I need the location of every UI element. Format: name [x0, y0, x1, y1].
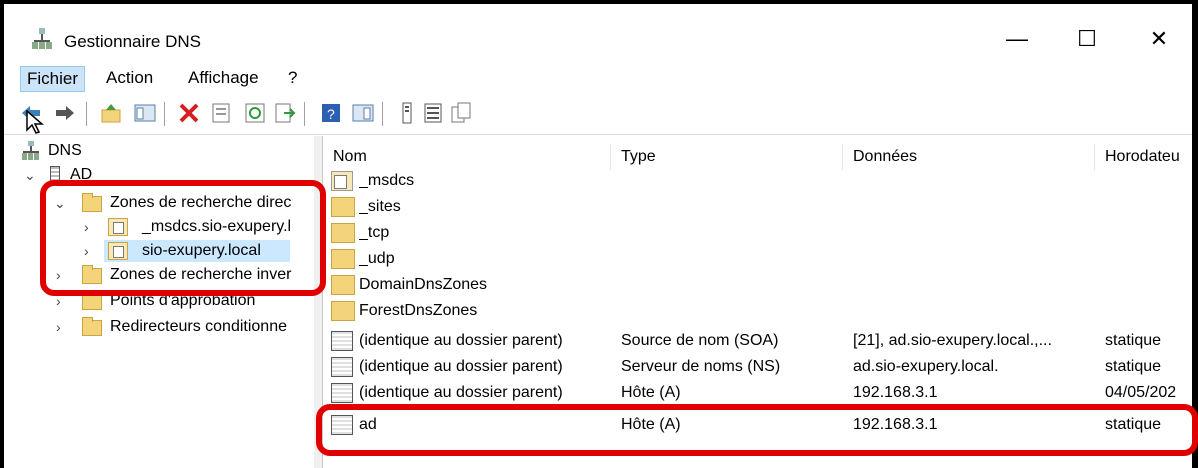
export-icon[interactable] — [274, 102, 296, 124]
folder-icon — [331, 223, 355, 243]
column-header-name[interactable]: Nom — [323, 144, 611, 170]
list-row[interactable]: _sites — [323, 194, 1192, 220]
cell-timestamp: statique — [1105, 332, 1162, 349]
cell-name: _sites — [359, 198, 401, 215]
cell-name: _udp — [359, 250, 395, 267]
cell-name: DomainDnsZones — [359, 276, 488, 293]
tree-label-forwarders: Redirecteurs conditionne — [110, 318, 287, 335]
chevron-down-icon[interactable]: ⌄ — [24, 164, 36, 186]
cell-name: (identique au dossier parent) — [359, 358, 563, 375]
cell-timestamp: statique — [1105, 358, 1162, 375]
list-icon[interactable] — [422, 102, 444, 124]
tree-label-dns: DNS — [48, 142, 82, 159]
folder-icon — [331, 197, 355, 217]
menu-file[interactable]: Fichier — [20, 66, 86, 92]
cell-name: (identique au dossier parent) — [359, 384, 563, 401]
close-button[interactable]: ✕ — [1139, 22, 1179, 56]
menu-action[interactable]: Action — [100, 66, 159, 90]
dns-icon — [22, 141, 39, 160]
record-icon — [331, 383, 353, 403]
cell-name: _tcp — [359, 224, 390, 241]
cell-data: 192.168.3.1 — [853, 384, 938, 401]
title-bar: Gestionnaire DNS — ☐ ✕ — [4, 4, 1192, 64]
column-header-timestamp[interactable]: Horodateu — [1095, 144, 1192, 170]
list-row[interactable]: DomainDnsZones — [323, 272, 1192, 298]
window-title: Gestionnaire DNS — [64, 32, 202, 51]
toolbar-separator — [304, 102, 305, 126]
up-icon[interactable] — [100, 102, 122, 124]
list-row[interactable]: _tcp — [323, 220, 1192, 246]
toolbar-separator — [164, 102, 165, 126]
toolbar-separator — [86, 102, 87, 126]
dns-manager-icon — [32, 28, 52, 49]
tree-item-dns[interactable]: DNS — [4, 140, 314, 162]
cell-type: Source de nom (SOA) — [621, 332, 779, 349]
refresh-icon[interactable] — [244, 102, 266, 124]
tree-item-forwarders[interactable]: › Redirecteurs conditionne — [4, 316, 314, 338]
list-row[interactable]: (identique au dossier parent) Source de n… — [323, 328, 1192, 354]
annotation-highlight-zones — [40, 180, 326, 296]
cell-type: Hôte (A) — [621, 384, 681, 401]
cell-name: (identique au dossier parent) — [359, 332, 563, 349]
svg-text:?: ? — [327, 106, 335, 122]
toolbar-separator — [382, 102, 383, 126]
cell-name: ForestDnsZones — [359, 302, 478, 319]
folder-icon — [331, 249, 355, 269]
console-icon[interactable] — [352, 102, 374, 124]
delete-icon[interactable] — [178, 102, 200, 124]
cell-name: _msdcs — [359, 172, 415, 189]
maximize-button[interactable]: ☐ — [1067, 22, 1107, 56]
cell-type: Serveur de noms (NS) — [621, 358, 781, 375]
column-header-data[interactable]: Données — [843, 144, 1095, 170]
record-icon[interactable] — [396, 102, 418, 124]
list-row[interactable]: ForestDnsZones — [323, 298, 1192, 324]
copy-icon[interactable] — [450, 102, 472, 124]
menu-bar: Fichier Action Affichage ? — [4, 64, 1192, 94]
toolbar: ? — [4, 96, 1192, 135]
list-row[interactable]: _udp — [323, 246, 1192, 272]
folder-icon — [82, 317, 102, 336]
properties-icon[interactable] — [210, 102, 232, 124]
cell-timestamp: 04/05/202 — [1105, 384, 1177, 401]
folder-icon — [82, 291, 102, 310]
annotation-highlight-record — [316, 404, 1198, 456]
cell-data: [21], ad.sio-exupery.local.,... — [853, 332, 1052, 349]
record-icon — [331, 331, 353, 351]
mouse-cursor-icon — [26, 110, 44, 134]
list-row[interactable]: (identique au dossier parent) Serveur de … — [323, 354, 1192, 380]
show-tree-icon[interactable] — [134, 102, 156, 124]
list-row[interactable]: _msdcs — [323, 168, 1192, 194]
record-icon — [331, 357, 353, 377]
column-header-type[interactable]: Type — [611, 144, 843, 170]
minimize-button[interactable]: — — [997, 22, 1037, 56]
forward-icon[interactable] — [54, 102, 76, 124]
folder-icon — [331, 301, 355, 321]
folder-icon — [331, 275, 355, 295]
zone-icon — [331, 171, 353, 191]
help-icon[interactable]: ? — [320, 102, 342, 124]
menu-view[interactable]: Affichage — [182, 66, 265, 90]
list-row[interactable]: (identique au dossier parent) Hôte (A) 192… — [323, 380, 1192, 406]
menu-help[interactable]: ? — [282, 66, 303, 90]
chevron-right-icon[interactable]: › — [56, 316, 61, 338]
cell-data: ad.sio-exupery.local. — [853, 358, 999, 375]
